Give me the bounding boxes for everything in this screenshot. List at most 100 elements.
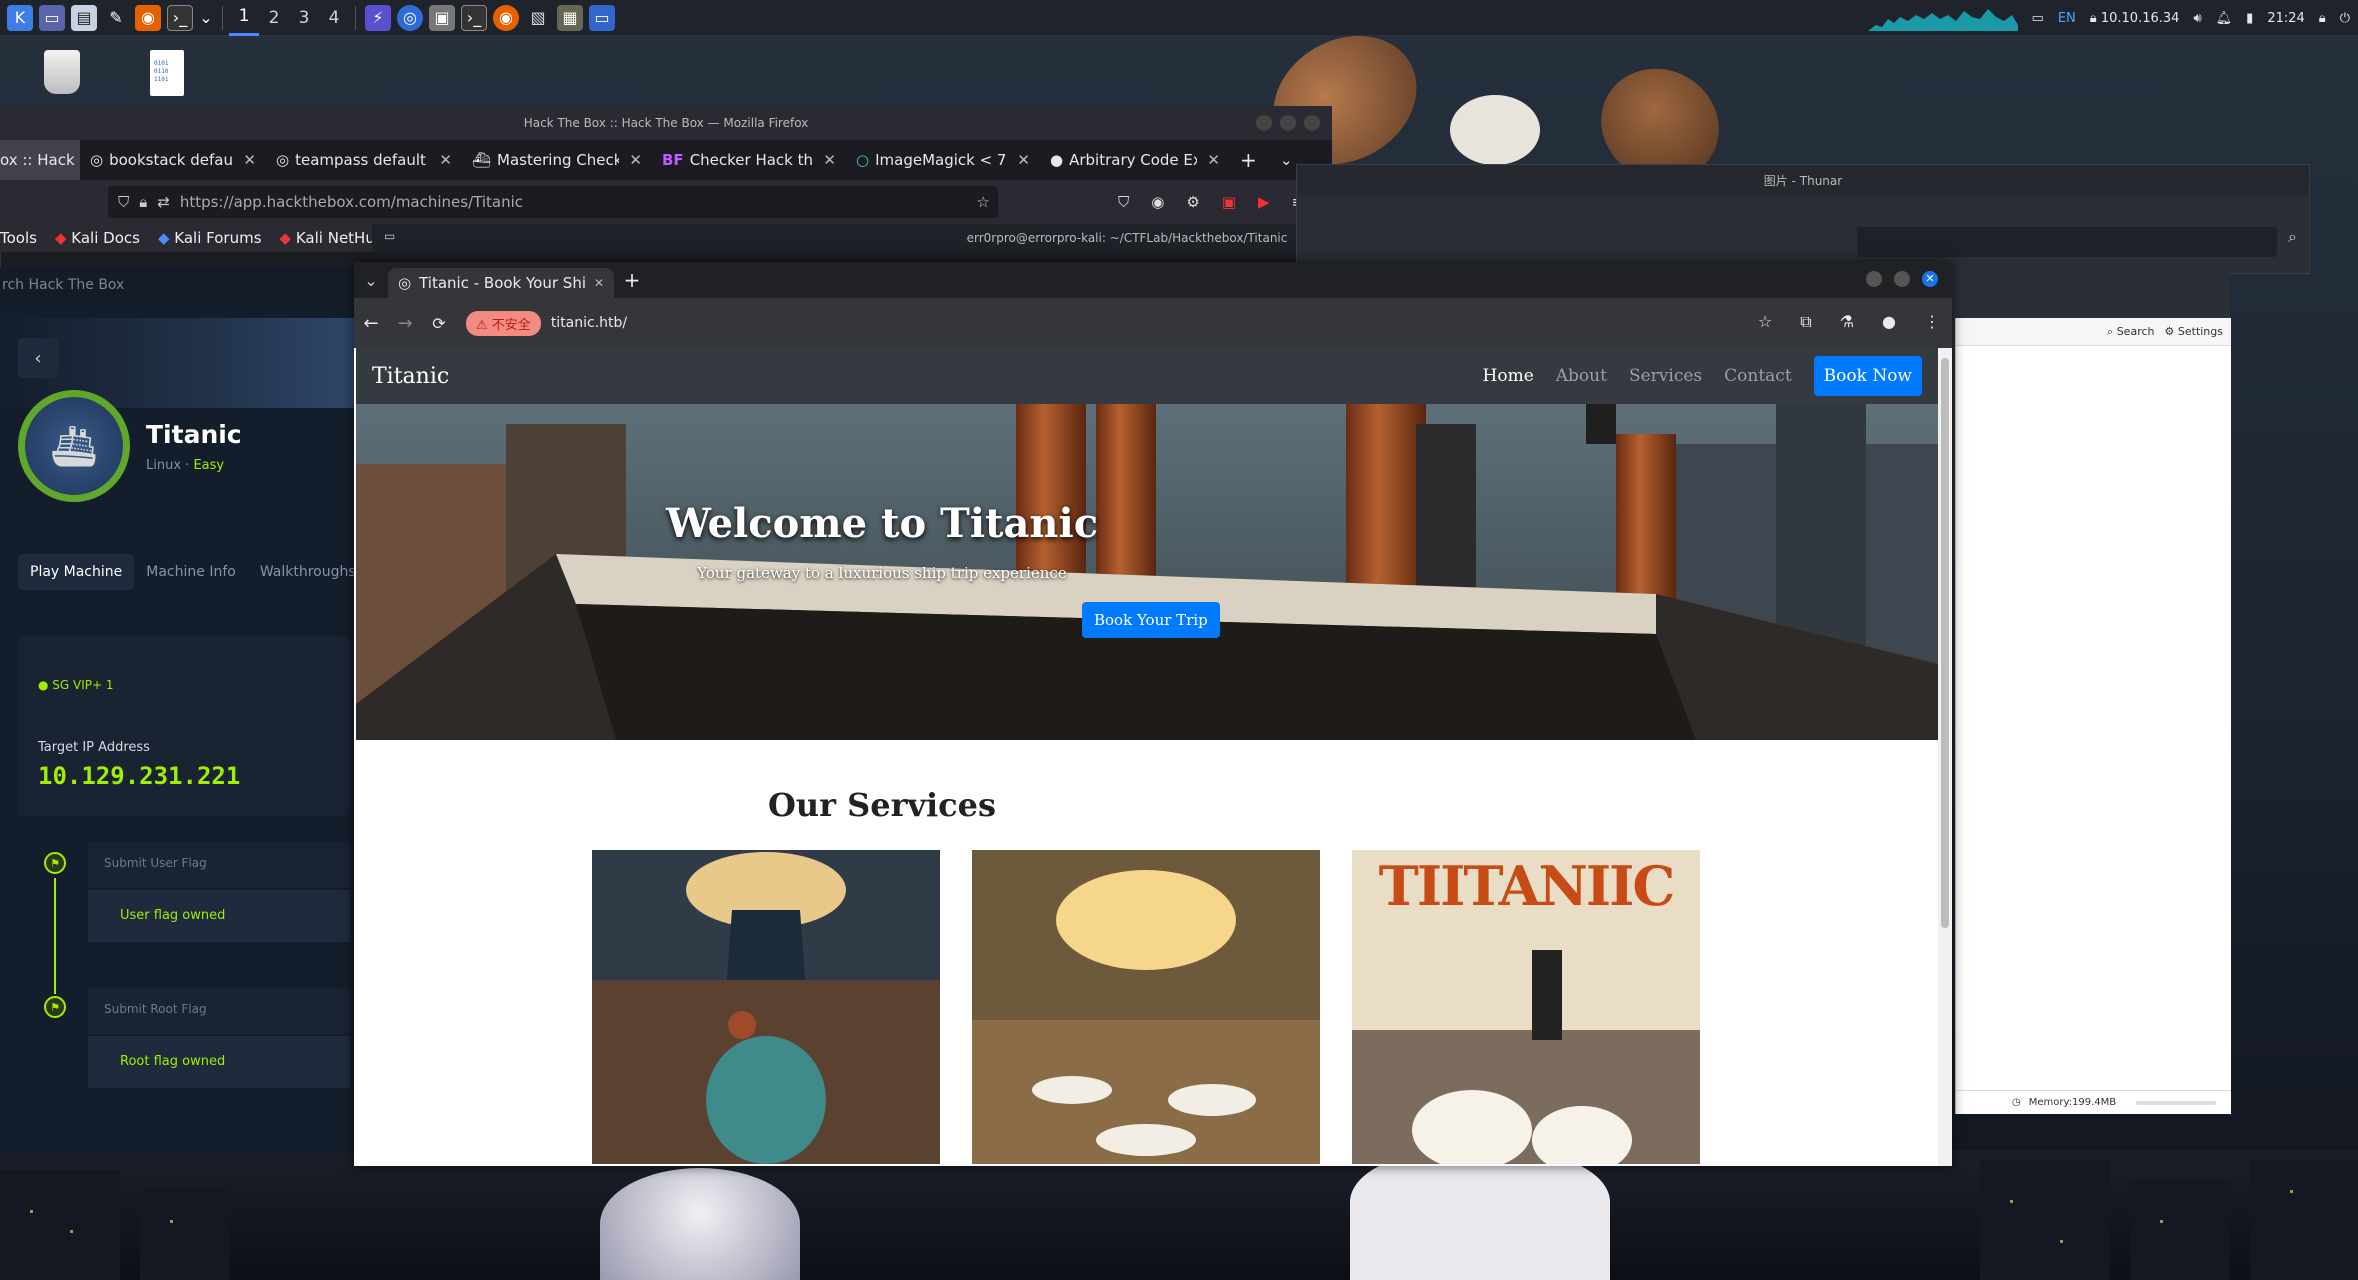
- image-viewer-icon[interactable]: ▦: [557, 4, 583, 31]
- app-icon[interactable]: ▣: [429, 4, 455, 31]
- extensions-icon[interactable]: ⚙: [1186, 193, 1199, 211]
- lock-screen-icon[interactable]: 🔒︎: [2319, 11, 2326, 26]
- terminal-icon[interactable]: ›_: [461, 4, 487, 31]
- tab-walkthroughs[interactable]: Walkthroughs: [248, 554, 368, 590]
- url-bar[interactable]: ⛉ 🔒︎ ⇄ https://app.hackthebox.com/machin…: [108, 186, 998, 218]
- chrome-url[interactable]: titanic.htb/: [551, 315, 627, 331]
- power-icon[interactable]: ⏻: [2340, 11, 2350, 26]
- tab-bookstack[interactable]: ◎ bookstack default ac ✕: [80, 140, 266, 180]
- show-desktop-icon[interactable]: ▭: [39, 4, 65, 31]
- workspace-2[interactable]: 2: [259, 0, 289, 36]
- extensions-icon[interactable]: ⧉: [1800, 312, 1811, 332]
- tab-arbitrary-code[interactable]: ● Arbitrary Code Execu ✕: [1040, 140, 1230, 180]
- folder-icon[interactable]: ▭: [589, 4, 615, 31]
- close-icon[interactable]: ✕: [1017, 151, 1030, 169]
- flag-icon: ⚑: [44, 852, 66, 874]
- settings-button[interactable]: ⚙ Settings: [2165, 325, 2224, 338]
- document-icon[interactable]: ▧: [525, 5, 551, 31]
- back-icon[interactable]: ←: [354, 313, 388, 334]
- close-icon[interactable]: ✕: [243, 151, 256, 169]
- tab-play-machine[interactable]: Play Machine: [18, 554, 135, 590]
- trash-icon[interactable]: [44, 50, 80, 94]
- text-editor-icon[interactable]: ✎: [103, 5, 129, 31]
- search-button[interactable]: ⌕ Search: [2107, 325, 2154, 339]
- thunar-path-bar[interactable]: [1857, 227, 2277, 257]
- htb-search-input[interactable]: rch Hack The Box: [0, 268, 356, 304]
- menu-icon[interactable]: ⋮: [1924, 312, 1940, 332]
- tab-titanic[interactable]: ◎ Titanic - Book Your Ship ✕: [388, 268, 614, 298]
- volume-icon[interactable]: 🔊︎: [2193, 11, 2201, 26]
- permissions-icon[interactable]: ⇄: [157, 193, 170, 211]
- nav-about[interactable]: About: [1556, 366, 1607, 386]
- labs-icon[interactable]: ⚗: [1840, 312, 1854, 332]
- workspace-3[interactable]: 3: [289, 0, 319, 36]
- language-indicator[interactable]: EN: [2058, 11, 2076, 26]
- bookmark-tools[interactable]: Tools: [0, 229, 37, 247]
- target-ip[interactable]: 10.129.231.221: [38, 762, 240, 790]
- close-icon[interactable]: ✕: [1922, 271, 1938, 287]
- bookmark-kali-docs[interactable]: ◆ Kali Docs: [55, 229, 140, 247]
- close-icon[interactable]: ✕: [1207, 151, 1220, 169]
- tab-search-icon[interactable]: ⌄: [354, 271, 388, 290]
- tab-imagemagick[interactable]: ○ ImageMagick < 7.1.1- ✕: [846, 140, 1040, 180]
- star-icon[interactable]: ☆: [1758, 312, 1772, 332]
- url-text[interactable]: https://app.hackthebox.com/machines/Tita…: [180, 193, 967, 211]
- terminal-icon[interactable]: ›_: [167, 4, 193, 31]
- close-icon[interactable]: ✕: [439, 151, 452, 169]
- machine-avatar: 🚢︎: [18, 390, 130, 502]
- toolbar-icons: ⛉ ◉ ⚙ ▣ ▶ ≡: [1118, 193, 1304, 211]
- pocket-icon[interactable]: ⛉: [1118, 193, 1129, 211]
- close-icon[interactable]: ✕: [629, 151, 642, 169]
- tab-mastering-checker[interactable]: ⛴ Mastering Checker: E ✕: [462, 140, 652, 180]
- new-tab-button[interactable]: +: [614, 268, 650, 292]
- tab-teampass[interactable]: ◎ teampass default ad ✕: [266, 140, 462, 180]
- forward-icon[interactable]: →: [388, 313, 422, 334]
- window-controls: ✕: [1866, 271, 1938, 287]
- search-icon[interactable]: ⌕: [2288, 227, 2297, 247]
- insecure-label: 不安全: [491, 317, 531, 333]
- firefox-icon[interactable]: ◉: [493, 4, 519, 31]
- nav-services[interactable]: Services: [1629, 366, 1702, 386]
- maximize-icon[interactable]: [1894, 271, 1910, 287]
- burp-icon[interactable]: ⚡: [365, 4, 391, 31]
- chevron-down-icon[interactable]: ⌄: [199, 5, 213, 31]
- reload-icon[interactable]: ⟳: [422, 314, 456, 333]
- tab-htb[interactable]: ox :: Hack✕: [0, 140, 80, 180]
- book-your-trip-button[interactable]: Book Your Trip: [1082, 602, 1220, 638]
- battery-icon[interactable]: ▮: [2246, 11, 2253, 26]
- nav-home[interactable]: Home: [1483, 366, 1534, 386]
- workspace-1[interactable]: 1: [229, 0, 259, 36]
- profile-icon[interactable]: ●: [1882, 312, 1896, 332]
- maximize-icon[interactable]: [1280, 115, 1296, 131]
- back-button[interactable]: ‹: [18, 338, 58, 378]
- youtube-icon[interactable]: ▶: [1258, 193, 1270, 211]
- site-brand[interactable]: Titanic: [372, 364, 449, 389]
- kali-menu-icon[interactable]: K: [7, 4, 33, 31]
- chrome-icon[interactable]: ◎: [397, 4, 423, 31]
- insecure-badge[interactable]: ⚠ 不安全: [466, 310, 541, 336]
- scrollbar[interactable]: [1938, 348, 1952, 1166]
- lock-icon[interactable]: 🔒︎: [139, 193, 147, 211]
- star-icon[interactable]: ☆: [977, 193, 990, 211]
- nav-contact[interactable]: Contact: [1724, 366, 1792, 386]
- notification-icon[interactable]: 🔔︎: [2216, 11, 2233, 26]
- minimize-icon[interactable]: [1256, 115, 1272, 131]
- binary-file-icon[interactable]: 0101 0110 1101: [150, 50, 184, 96]
- close-icon[interactable]: ✕: [594, 276, 604, 290]
- file-manager-icon[interactable]: ▤: [71, 4, 97, 31]
- new-tab-button[interactable]: +: [1230, 140, 1270, 180]
- book-now-button[interactable]: Book Now: [1813, 356, 1922, 396]
- close-icon[interactable]: [1304, 115, 1320, 131]
- ublock-icon[interactable]: ▣: [1222, 193, 1236, 211]
- minimize-icon[interactable]: [1866, 271, 1882, 287]
- bookmark-kali-forums[interactable]: ◆ Kali Forums: [158, 229, 262, 247]
- close-icon[interactable]: ✕: [823, 151, 836, 169]
- shield-icon[interactable]: ⛉: [118, 193, 129, 211]
- window-icon[interactable]: ▭: [2032, 11, 2044, 26]
- account-icon[interactable]: ◉: [1151, 193, 1164, 211]
- scrollbar-thumb[interactable]: [1941, 358, 1949, 928]
- tab-checker-htb[interactable]: BF Checker Hack the Bo ✕: [652, 140, 846, 180]
- firefox-icon[interactable]: ◉: [135, 4, 161, 31]
- workspace-4[interactable]: 4: [319, 0, 349, 36]
- tab-machine-info[interactable]: Machine Info: [134, 554, 248, 590]
